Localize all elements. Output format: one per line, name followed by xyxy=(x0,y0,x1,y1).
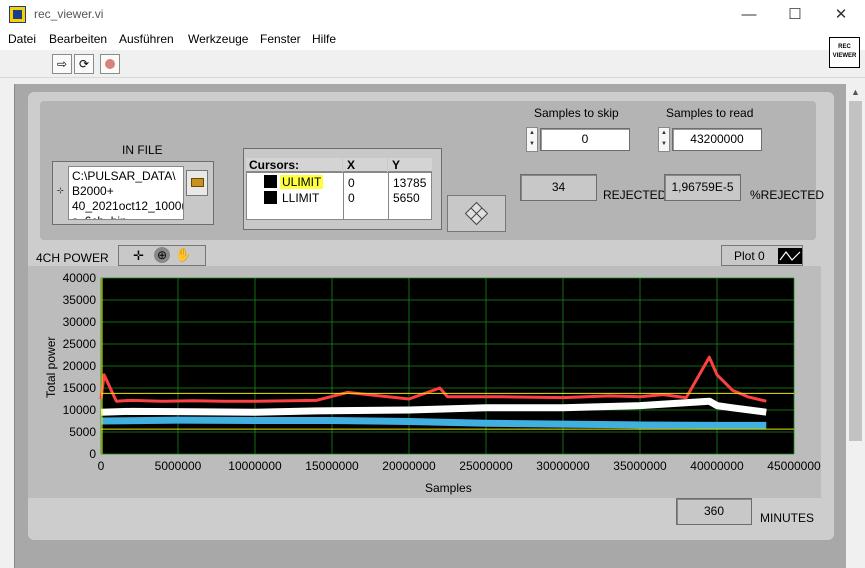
x-tick-label: 10000000 xyxy=(228,459,282,473)
x-tick-label: 0 xyxy=(98,459,105,473)
minutes-indicator: 360 xyxy=(676,498,752,525)
x-tick-label: 5000000 xyxy=(155,459,202,473)
y-axis-label: Total power xyxy=(44,336,58,398)
y-tick-label: 10000 xyxy=(63,403,97,417)
x-tick-label: 25000000 xyxy=(459,459,513,473)
x-tick-label: 15000000 xyxy=(305,459,359,473)
y-tick-label: 20000 xyxy=(63,359,97,373)
x-tick-label: 40000000 xyxy=(690,459,744,473)
series-line xyxy=(99,355,767,403)
y-tick-label: 15000 xyxy=(63,381,97,395)
y-tick-label: 25000 xyxy=(63,337,97,351)
y-tick-label: 35000 xyxy=(63,293,97,307)
x-axis-label: Samples xyxy=(425,481,472,495)
y-tick-label: 40000 xyxy=(63,271,97,285)
x-tick-label: 35000000 xyxy=(613,459,667,473)
minutes-label: MINUTES xyxy=(760,511,814,525)
y-tick-label: 5000 xyxy=(69,425,96,439)
series-line xyxy=(100,397,767,416)
y-tick-label: 0 xyxy=(89,447,96,461)
x-tick-label: 30000000 xyxy=(536,459,590,473)
x-tick-label: 20000000 xyxy=(382,459,436,473)
y-tick-label: 30000 xyxy=(63,315,97,329)
series-line xyxy=(100,416,767,429)
x-tick-label: 45000000 xyxy=(767,459,821,473)
